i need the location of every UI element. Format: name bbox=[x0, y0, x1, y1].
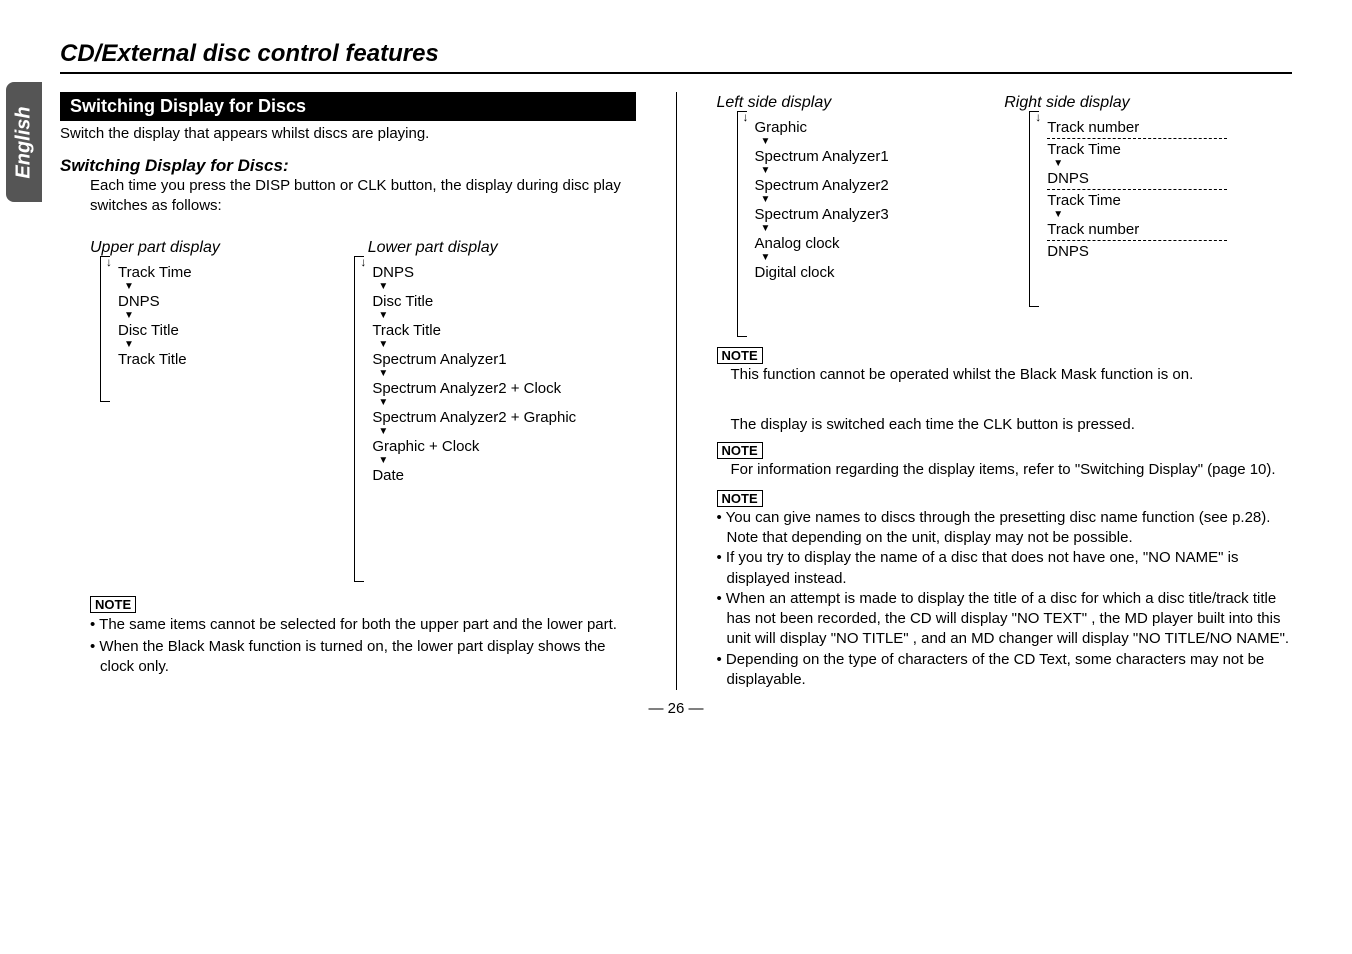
dashed-separator bbox=[1047, 138, 1227, 139]
lower-flow-item: Date bbox=[372, 467, 635, 484]
right-side-flow-item: DNPS bbox=[1047, 243, 1292, 260]
note-text: For information regarding the display it… bbox=[731, 460, 1293, 480]
down-arrow-icon: ▼ bbox=[761, 253, 1000, 263]
note-label: NOTE bbox=[717, 490, 763, 507]
heading-bar: Switching Display for Discs bbox=[60, 92, 636, 121]
upper-part-label: Upper part display bbox=[90, 239, 358, 257]
left-note-item: When the Black Mask function is turned o… bbox=[90, 637, 636, 678]
down-arrow-icon: ▼ bbox=[761, 195, 1000, 205]
right-side-flow-item: DNPS bbox=[1047, 170, 1292, 187]
right-note-item: • Depending on the type of characters of… bbox=[717, 650, 1293, 691]
right-side-flow-item: Track Time bbox=[1047, 141, 1292, 158]
down-arrow-icon: ▼ bbox=[378, 311, 635, 321]
column-divider bbox=[676, 92, 677, 690]
left-side-label: Left side display bbox=[717, 94, 1005, 112]
right-side-flow-item: Track number bbox=[1047, 119, 1292, 136]
right-note-item: • When an attempt is made to display the… bbox=[717, 589, 1293, 650]
page-number: — 26 — bbox=[60, 700, 1292, 717]
left-side-flow-item: Spectrum Analyzer3 bbox=[755, 206, 1000, 223]
dashed-separator bbox=[1047, 189, 1227, 190]
down-arrow-icon: ▼ bbox=[761, 166, 1000, 176]
down-arrow-icon: ▼ bbox=[124, 311, 334, 321]
dashed-separator bbox=[1047, 240, 1227, 241]
note-text: This function cannot be operated whilst … bbox=[731, 365, 1293, 385]
lower-flow-item: Spectrum Analyzer1 bbox=[372, 351, 635, 368]
right-side-flow-item: Track Time bbox=[1047, 192, 1292, 209]
down-arrow-icon: ▼ bbox=[761, 224, 1000, 234]
left-side-flow-item: Graphic bbox=[755, 119, 1000, 136]
down-arrow-icon: ▼ bbox=[378, 398, 635, 408]
down-arrow-icon: ▼ bbox=[1053, 210, 1292, 220]
right-note-item: • If you try to display the name of a di… bbox=[717, 548, 1293, 589]
bullet-icon: • bbox=[717, 651, 726, 668]
bullet-icon: • bbox=[717, 590, 726, 607]
note-label: NOTE bbox=[717, 442, 763, 459]
mid-body-text: The display is switched each time the CL… bbox=[731, 415, 1293, 435]
bullet-icon: • bbox=[717, 549, 726, 566]
right-side-flow-item: Track number bbox=[1047, 221, 1292, 238]
right-note-item: • You can give names to discs through th… bbox=[717, 508, 1293, 549]
bullet-icon: • bbox=[717, 509, 726, 526]
upper-flow-item: DNPS bbox=[118, 293, 334, 310]
down-arrow-icon: ▼ bbox=[378, 369, 635, 379]
note-label: NOTE bbox=[90, 596, 136, 613]
lower-flow-item: Disc Title bbox=[372, 293, 635, 310]
left-side-flow-item: Analog clock bbox=[755, 235, 1000, 252]
down-arrow-icon: ▼ bbox=[124, 340, 334, 350]
lower-flow-item: Track Title bbox=[372, 322, 635, 339]
upper-flow-item: Disc Title bbox=[118, 322, 334, 339]
note-label: NOTE bbox=[717, 347, 763, 364]
section-title: CD/External disc control features bbox=[60, 40, 1292, 74]
left-note-item: The same items cannot be selected for bo… bbox=[90, 615, 636, 635]
subheading-body: Each time you press the DISP button or C… bbox=[90, 176, 636, 217]
lower-part-label: Lower part display bbox=[368, 239, 636, 257]
intro-text: Switch the display that appears whilst d… bbox=[60, 125, 636, 142]
lower-flow-item: DNPS bbox=[372, 264, 635, 281]
down-arrow-icon: ▼ bbox=[1053, 159, 1292, 169]
down-arrow-icon: ▼ bbox=[378, 282, 635, 292]
down-arrow-icon: ▼ bbox=[124, 282, 334, 292]
left-side-flow-item: Spectrum Analyzer1 bbox=[755, 148, 1000, 165]
language-label: English bbox=[13, 106, 36, 178]
right-side-label: Right side display bbox=[1004, 94, 1292, 112]
lower-flow-item: Spectrum Analyzer2 + Clock bbox=[372, 380, 635, 397]
left-side-flow-item: Spectrum Analyzer2 bbox=[755, 177, 1000, 194]
upper-flow-item: Track Time bbox=[118, 264, 334, 281]
upper-flow-item: Track Title bbox=[118, 351, 334, 368]
subheading: Switching Display for Discs: bbox=[60, 156, 636, 176]
down-arrow-icon: ▼ bbox=[378, 427, 635, 437]
down-arrow-icon: ▼ bbox=[378, 340, 635, 350]
down-arrow-icon: ▼ bbox=[761, 137, 1000, 147]
lower-flow-item: Spectrum Analyzer2 + Graphic bbox=[372, 409, 635, 426]
language-sidebar-tab: English bbox=[6, 82, 42, 202]
lower-flow-item: Graphic + Clock bbox=[372, 438, 635, 455]
down-arrow-icon: ▼ bbox=[378, 456, 635, 466]
left-side-flow-item: Digital clock bbox=[755, 264, 1000, 281]
